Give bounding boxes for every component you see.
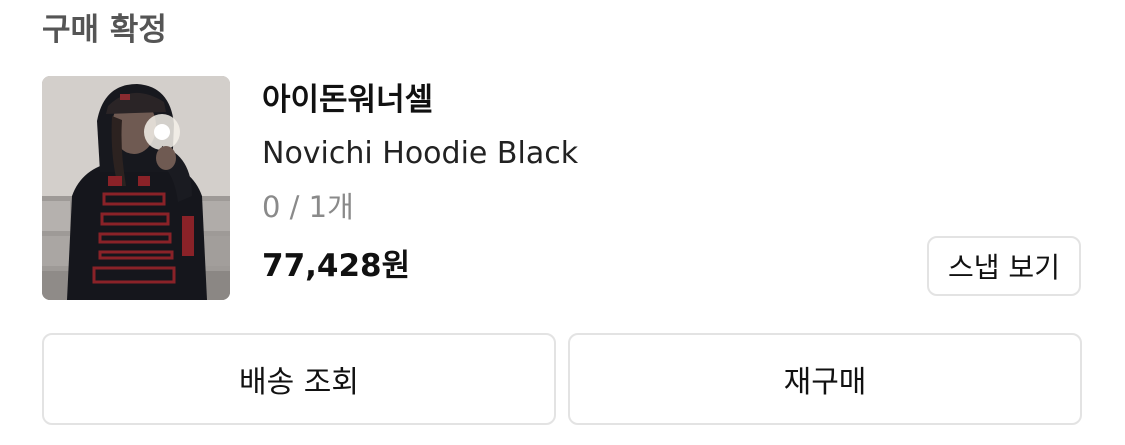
product-photo-icon bbox=[42, 76, 230, 300]
product-quantity: 0 / 1개 bbox=[262, 190, 354, 224]
order-status-title: 구매 확정 bbox=[42, 12, 167, 48]
product-image[interactable] bbox=[42, 76, 230, 300]
product-name[interactable]: Novichi Hoodie Black bbox=[262, 134, 578, 174]
view-snap-button[interactable]: 스냅 보기 bbox=[927, 236, 1081, 296]
track-delivery-button[interactable]: 배송 조회 bbox=[42, 333, 556, 425]
rebuy-button[interactable]: 재구매 bbox=[568, 333, 1082, 425]
product-price: 77,428원 bbox=[262, 248, 411, 284]
brand-name[interactable]: 아이돈워너셀 bbox=[262, 80, 433, 120]
